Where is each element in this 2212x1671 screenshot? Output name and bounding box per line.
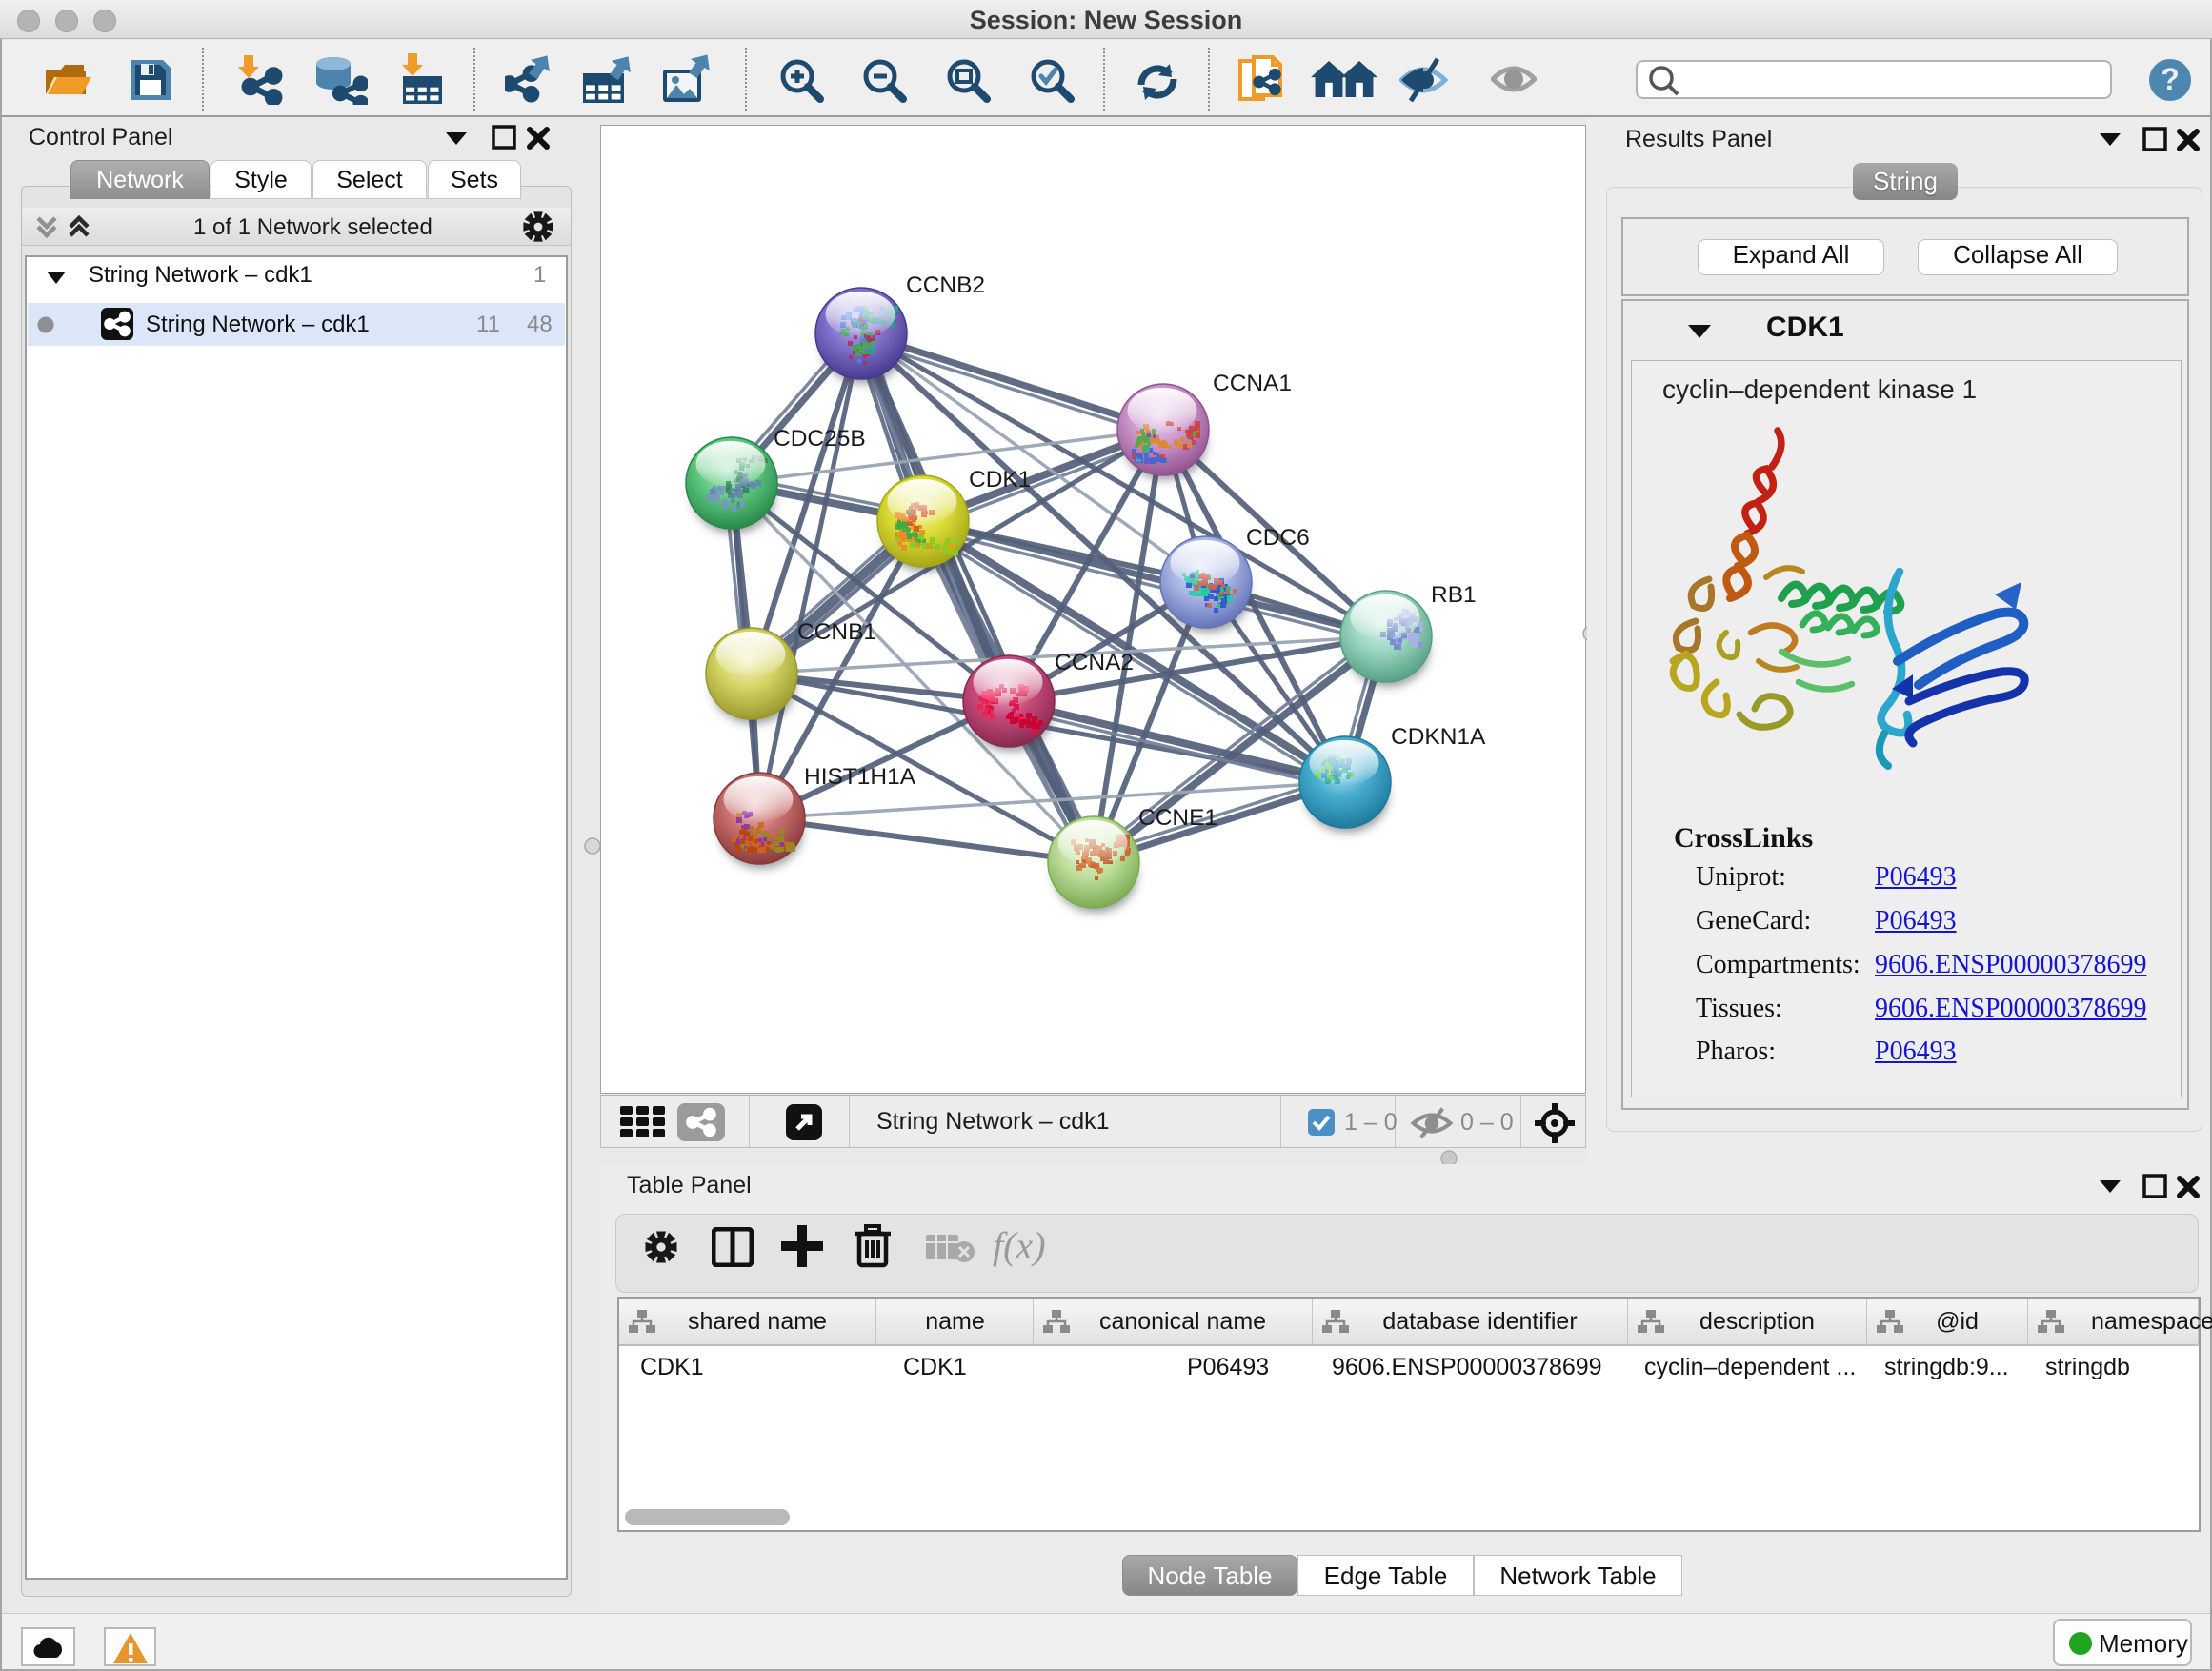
svg-text:HIST1H1A: HIST1H1A [804,764,916,790]
svg-text:?: ? [2161,62,2180,96]
svg-text:CCNB1: CCNB1 [797,619,876,645]
svg-text:CDC25B: CDC25B [774,426,866,452]
svg-text:CCNB2: CCNB2 [906,272,985,298]
svg-text:CDK1: CDK1 [969,467,1031,493]
svg-text:CDC6: CDC6 [1246,525,1310,551]
svg-text:CDKN1A: CDKN1A [1391,724,1486,750]
svg-text:CCNE1: CCNE1 [1138,805,1217,831]
svg-text:CCNA2: CCNA2 [1055,650,1134,675]
svg-text:RB1: RB1 [1431,582,1477,608]
svg-text:CCNA1: CCNA1 [1213,371,1292,396]
